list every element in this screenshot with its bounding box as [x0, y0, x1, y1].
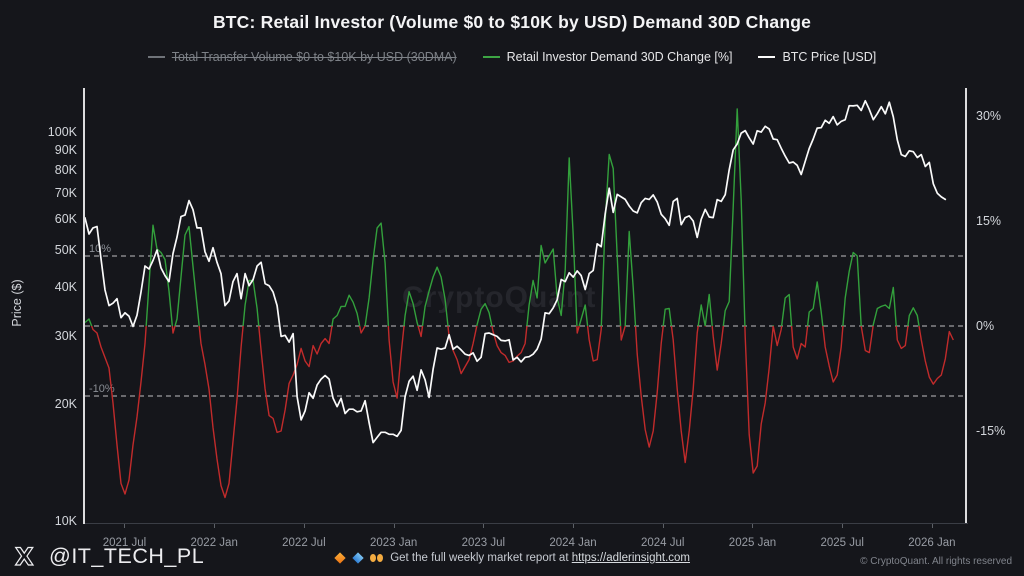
promo-text: Get the full weekly market report at	[390, 552, 568, 564]
x-axis-tick-mark	[124, 524, 125, 528]
x-axis-tick-mark	[573, 524, 574, 528]
promo-link[interactable]: https://adlerinsight.com	[572, 552, 690, 564]
legend-item-2[interactable]: BTC Price [USD]	[758, 50, 876, 64]
x-axis-tick-mark	[304, 524, 305, 528]
legend-marker	[758, 56, 775, 58]
demand-line-negative	[85, 109, 953, 498]
left-axis-tick: 10K	[15, 514, 77, 529]
legend-label: Retail Investor Demand 30D Change [%]	[507, 50, 733, 64]
left-axis-tick: 70K	[15, 186, 77, 201]
right-axis-tick: 30%	[976, 109, 1022, 124]
x-axis-tick: 2025 Jan	[720, 537, 784, 549]
x-axis-tick: 2023 Jan	[362, 537, 426, 549]
x-axis-tick-mark	[214, 524, 215, 528]
bottom-axis-line	[85, 523, 968, 524]
left-axis-tick: 40K	[15, 280, 77, 295]
x-axis-tick-mark	[752, 524, 753, 528]
right-axis-tick: 0%	[976, 319, 1022, 334]
legend-marker	[148, 56, 165, 58]
x-axis-tick-mark	[932, 524, 933, 528]
orange-diamond-emoji	[334, 552, 345, 563]
page-title: BTC: Retail Investor (Volume $0 to $10K …	[0, 12, 1024, 33]
left-axis-tick: 50K	[15, 243, 77, 258]
eyes-emoji	[370, 554, 383, 562]
right-axis-tick: 15%	[976, 214, 1022, 229]
left-axis-tick: 30K	[15, 329, 77, 344]
demand-line-positive	[85, 109, 953, 498]
legend-item-1[interactable]: Retail Investor Demand 30D Change [%]	[483, 50, 733, 64]
blue-gem-emoji	[352, 552, 363, 563]
legend-item-0[interactable]: Total Transfer Volume $0 to $10K by USD …	[148, 50, 457, 64]
copyright: © CryptoQuant. All rights reserved	[860, 556, 1012, 567]
x-axis-tick-mark	[842, 524, 843, 528]
legend-marker	[483, 56, 500, 58]
x-axis-tick: 2022 Jul	[272, 537, 336, 549]
left-axis-tick: 60K	[15, 212, 77, 227]
chart-window: BTC: Retail Investor (Volume $0 to $10K …	[0, 0, 1024, 576]
x-axis-tick: 2025 Jul	[810, 537, 874, 549]
left-axis-tick: 100K	[15, 125, 77, 140]
chart-plot[interactable]: 10%-10%	[85, 88, 966, 523]
btc-price-line	[85, 101, 945, 443]
x-axis-tick: 2023 Jul	[451, 537, 515, 549]
left-axis-tick: 80K	[15, 163, 77, 178]
legend-label: Total Transfer Volume $0 to $10K by USD …	[172, 50, 457, 64]
left-axis-tick: 20K	[15, 397, 77, 412]
x-axis-tick: 2024 Jul	[631, 537, 695, 549]
x-axis-tick-mark	[663, 524, 664, 528]
legend: Total Transfer Volume $0 to $10K by USD …	[0, 50, 1024, 64]
x-axis-tick-mark	[483, 524, 484, 528]
left-axis-tick: 90K	[15, 143, 77, 158]
x-axis-tick-mark	[394, 524, 395, 528]
right-axis-tick: -15%	[976, 424, 1022, 439]
legend-label: BTC Price [USD]	[782, 50, 876, 64]
x-axis-tick: 2024 Jan	[541, 537, 605, 549]
x-axis-tick: 2026 Jan	[900, 537, 964, 549]
